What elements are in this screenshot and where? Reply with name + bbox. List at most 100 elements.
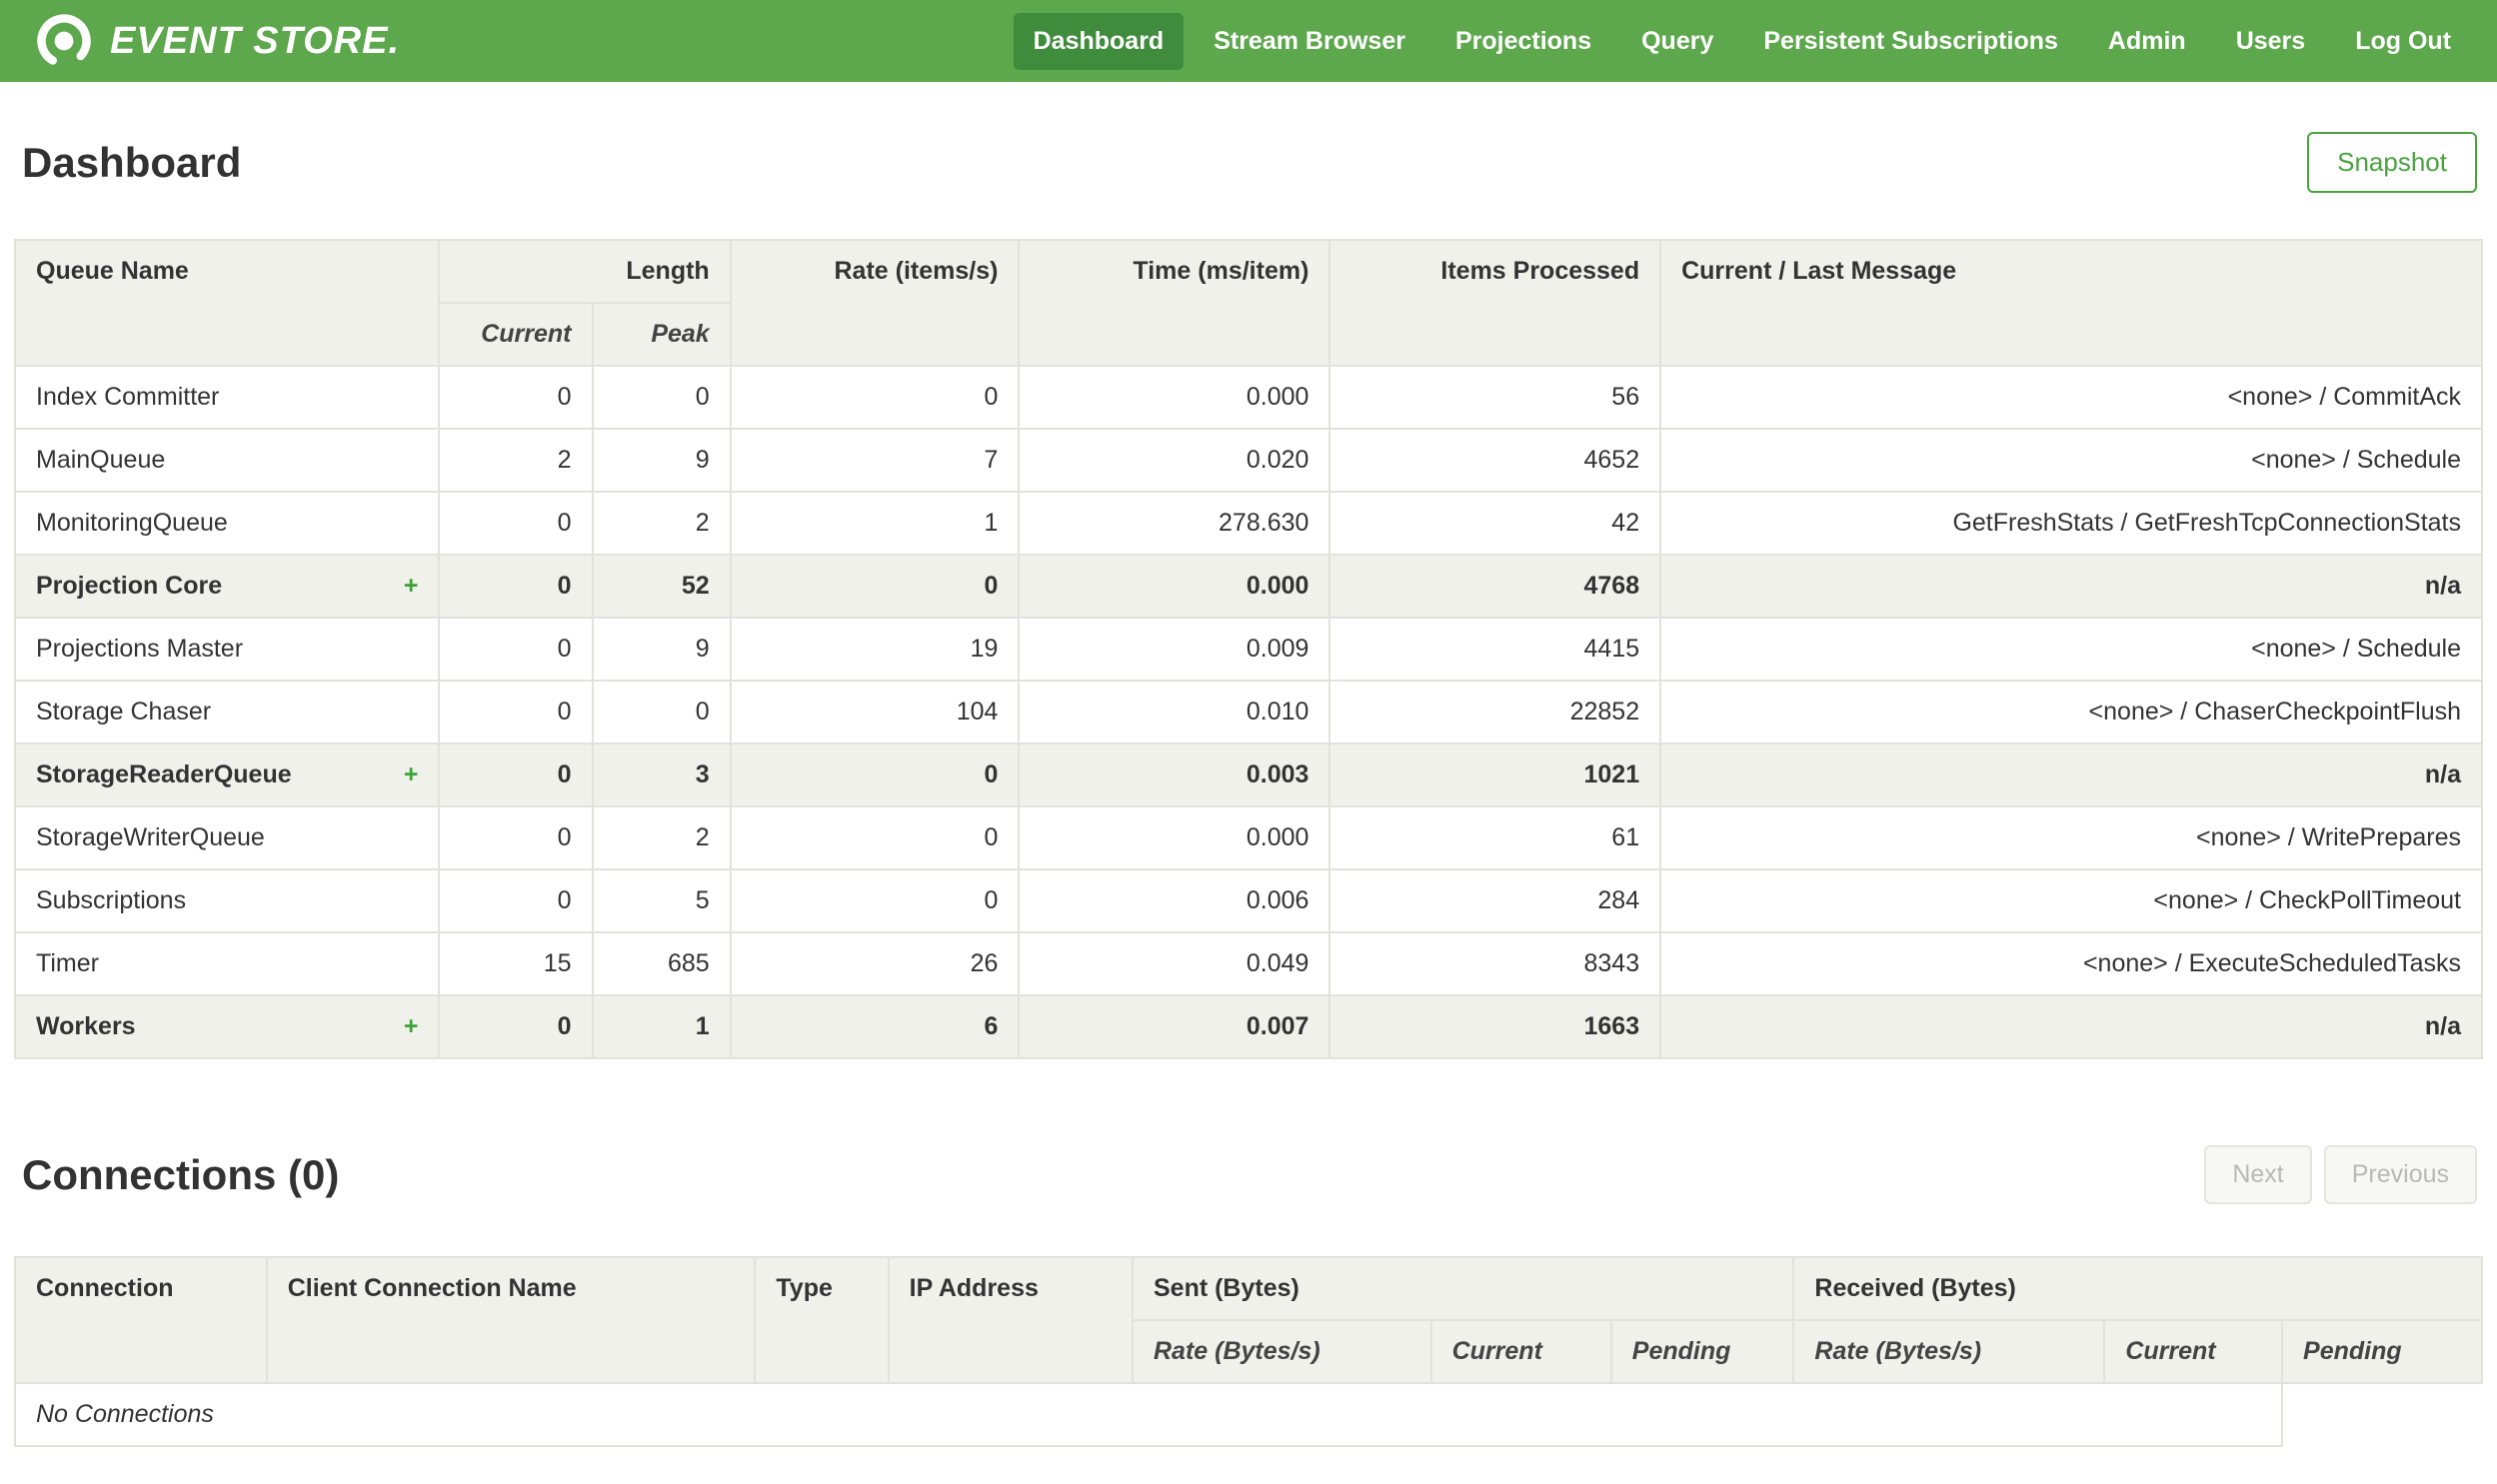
- connections-header-row: Connection Client Connection Name Type I…: [14, 1256, 2483, 1384]
- col-message: Current / Last Message: [1659, 239, 2483, 367]
- col-received-rate: Rate (Bytes/s): [1792, 1319, 2106, 1384]
- queue-peak-cell: 0: [591, 680, 732, 744]
- queue-current-cell: 0: [438, 805, 594, 870]
- snapshot-button[interactable]: Snapshot: [2307, 132, 2477, 193]
- queue-current-cell: 15: [438, 931, 594, 996]
- queue-peak-cell: 2: [591, 491, 732, 556]
- queue-message-cell: n/a: [1659, 742, 2483, 807]
- col-ip-address: IP Address: [887, 1256, 1134, 1384]
- queue-peak-cell: 0: [591, 365, 732, 430]
- eventstore-logo[interactable]: EVENT STORE.: [34, 11, 400, 71]
- queue-current-cell: 0: [438, 491, 594, 556]
- queue-name-cell: Workers +: [13, 994, 441, 1059]
- nav-item-logout[interactable]: Log Out: [2335, 13, 2471, 70]
- queue-message-cell: <none> / ExecuteScheduledTasks: [1659, 931, 2483, 996]
- queue-name-cell: Subscriptions: [13, 868, 441, 933]
- nav-item-dashboard[interactable]: Dashboard: [1013, 12, 1185, 70]
- main-content: Dashboard Snapshot Queue Name Length Rat…: [0, 132, 2497, 1447]
- col-items-processed: Items Processed: [1328, 239, 1662, 367]
- queue-items-cell: 22852: [1328, 680, 1662, 744]
- col-sent-pending: Pending: [1609, 1319, 1795, 1384]
- queue-time-cell: 0.006: [1018, 868, 1331, 933]
- queue-peak-cell: 2: [591, 805, 732, 870]
- queue-row: Projections Master 0 9 19 0.009 4415 <no…: [13, 617, 2483, 682]
- queue-name-cell: Timer: [13, 931, 441, 996]
- queue-peak-cell: 9: [591, 428, 732, 493]
- queue-items-cell: 4768: [1328, 554, 1662, 619]
- queue-group-row: StorageReaderQueue + 0 3 0 0.003 1021 n/…: [13, 742, 2483, 807]
- queue-current-cell: 0: [438, 868, 594, 933]
- queue-rate-cell: 19: [729, 617, 1021, 682]
- main-nav: Dashboard Stream Browser Projections Que…: [1013, 12, 2471, 70]
- connections-pager: Next Previous: [2204, 1145, 2477, 1204]
- connections-title: Connections (0): [22, 1150, 340, 1198]
- queue-rate-cell: 26: [729, 931, 1021, 996]
- queues-header-row: Queue Name Length Rate (items/s) Time (m…: [13, 239, 2483, 367]
- expand-plus-icon[interactable]: +: [404, 572, 419, 601]
- top-navbar: EVENT STORE. Dashboard Stream Browser Pr…: [0, 0, 2497, 82]
- queue-items-cell: 284: [1328, 868, 1662, 933]
- previous-button[interactable]: Previous: [2323, 1145, 2477, 1204]
- queue-peak-cell: 685: [591, 931, 732, 996]
- col-client-connection-name: Client Connection Name: [265, 1256, 757, 1384]
- col-length-current: Current: [438, 302, 594, 367]
- expand-plus-icon[interactable]: +: [404, 1012, 419, 1041]
- no-connections-row: No Connections: [13, 1382, 2482, 1447]
- nav-item-query[interactable]: Query: [1621, 13, 1733, 70]
- nav-item-projections[interactable]: Projections: [1435, 13, 1611, 70]
- queue-row: MainQueue 2 9 7 0.020 4652 <none> / Sche…: [13, 428, 2483, 493]
- queue-time-cell: 0.000: [1018, 365, 1331, 430]
- queue-rate-cell: 0: [729, 805, 1021, 870]
- queue-row: StorageWriterQueue 0 2 0 0.000 61 <none>…: [13, 805, 2483, 870]
- col-type: Type: [754, 1256, 890, 1384]
- queue-rate-cell: 0: [729, 742, 1021, 807]
- queue-name-cell: Projections Master: [13, 617, 441, 682]
- col-rate: Rate (items/s): [729, 239, 1021, 367]
- queue-peak-cell: 5: [591, 868, 732, 933]
- queue-name-cell: MonitoringQueue: [13, 491, 441, 556]
- queue-message-cell: <none> / Schedule: [1659, 428, 2483, 493]
- queue-message-cell: GetFreshStats / GetFreshTcpConnectionSta…: [1659, 491, 2483, 556]
- queue-time-cell: 0.010: [1018, 680, 1331, 744]
- queue-name-cell: Index Committer: [13, 365, 441, 430]
- queues-table: Queue Name Length Rate (items/s) Time (m…: [13, 239, 2483, 1059]
- queue-items-cell: 42: [1328, 491, 1662, 556]
- queue-time-cell: 0.000: [1018, 805, 1331, 870]
- queue-time-cell: 0.007: [1018, 994, 1331, 1059]
- queue-name: StorageReaderQueue: [36, 760, 292, 788]
- connections-table: Connection Client Connection Name Type I…: [13, 1256, 2483, 1447]
- queue-current-cell: 0: [438, 994, 594, 1059]
- nav-item-admin[interactable]: Admin: [2088, 13, 2206, 70]
- queue-name-cell: StorageReaderQueue +: [13, 742, 441, 807]
- queue-time-cell: 0.009: [1018, 617, 1331, 682]
- queue-time-cell: 0.049: [1018, 931, 1331, 996]
- queue-current-cell: 0: [438, 365, 594, 430]
- expand-plus-icon[interactable]: +: [404, 760, 419, 789]
- page-title: Dashboard: [22, 138, 242, 186]
- queue-time-cell: 0.020: [1018, 428, 1331, 493]
- col-received-current: Current: [2103, 1319, 2284, 1384]
- queue-row: Subscriptions 0 5 0 0.006 284 <none> / C…: [13, 868, 2483, 933]
- connections-section-header: Connections (0) Next Previous: [14, 1145, 2483, 1204]
- col-length-peak: Peak: [591, 302, 732, 367]
- queue-peak-cell: 52: [591, 554, 732, 619]
- queue-group-row: Projection Core + 0 52 0 0.000 4768 n/a: [13, 554, 2483, 619]
- nav-item-stream-browser[interactable]: Stream Browser: [1194, 13, 1425, 70]
- queues-table-header: Queue Name Length Rate (items/s) Time (m…: [13, 239, 2483, 367]
- queue-name-cell: Storage Chaser: [13, 680, 441, 744]
- queue-items-cell: 4415: [1328, 617, 1662, 682]
- nav-item-users[interactable]: Users: [2216, 13, 2326, 70]
- next-button[interactable]: Next: [2204, 1145, 2312, 1204]
- col-connection: Connection: [14, 1256, 268, 1384]
- queue-peak-cell: 1: [591, 994, 732, 1059]
- queue-items-cell: 56: [1328, 365, 1662, 430]
- queue-message-cell: <none> / CommitAck: [1659, 365, 2483, 430]
- queue-items-cell: 1663: [1328, 994, 1662, 1059]
- queue-row: Storage Chaser 0 0 104 0.010 22852 <none…: [13, 680, 2483, 744]
- queue-current-cell: 0: [438, 554, 594, 619]
- queue-message-cell: n/a: [1659, 994, 2483, 1059]
- queue-row: Timer 15 685 26 0.049 8343 <none> / Exec…: [13, 931, 2483, 996]
- nav-item-persistent-subscriptions[interactable]: Persistent Subscriptions: [1743, 13, 2078, 70]
- col-queue-name: Queue Name: [13, 239, 441, 367]
- queue-items-cell: 1021: [1328, 742, 1662, 807]
